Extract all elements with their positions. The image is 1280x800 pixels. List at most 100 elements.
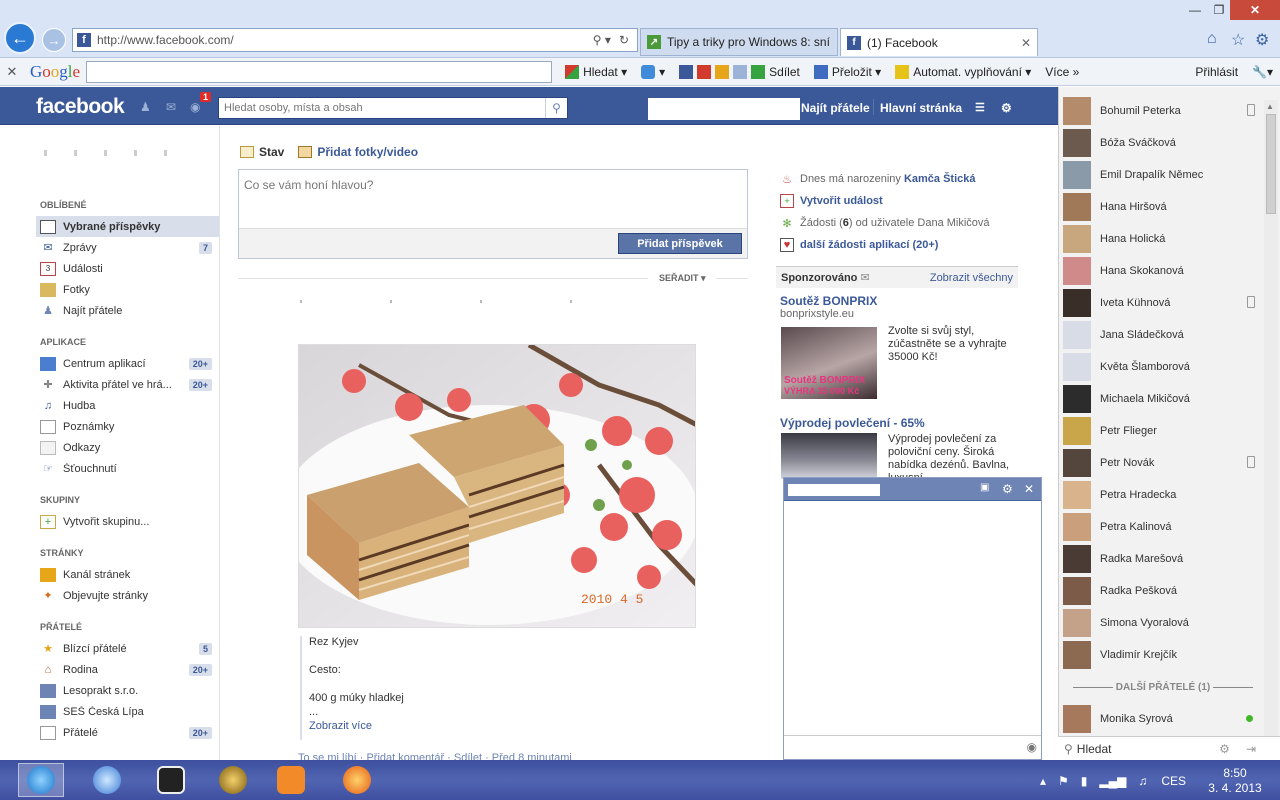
nav-find-friends[interactable]: ♟ Najít přátele — [36, 300, 220, 321]
taskbar-media-player[interactable] — [268, 763, 314, 797]
wrench-icon[interactable]: 🔧▾ — [1252, 65, 1273, 79]
nav-games-activity[interactable]: ✚ Aktivita přátel ve hrá... 20+ — [36, 374, 220, 395]
chat-friend[interactable]: Hana Hiršová — [1063, 192, 1263, 222]
chat-friend[interactable]: Petr Flieger — [1063, 416, 1263, 446]
birthday-reminder[interactable]: ♨ Dnes má narozeniny Kamča Štická — [780, 168, 1018, 190]
taskbar-clapper-app[interactable] — [148, 763, 194, 797]
chat-friend[interactable]: Hana Skokanová — [1063, 256, 1263, 286]
ad-bonprix[interactable]: Soutěž BONPRIX bonprixstyle.eu — [780, 294, 1016, 320]
nav-friends[interactable]: Přátelé 20+ — [36, 722, 220, 743]
chat-header[interactable]: ▣ ⚙ ✕ — [784, 478, 1041, 501]
chat-friend[interactable]: Petr Novák — [1063, 448, 1263, 478]
show-hidden-icons-icon[interactable]: ▴ — [1040, 774, 1046, 788]
post-photo[interactable]: 2010 4 5 — [298, 344, 696, 628]
taskbar-disc-app[interactable] — [210, 763, 256, 797]
chat-friend[interactable]: Jana Sládečková — [1063, 320, 1263, 350]
close-tab-icon[interactable]: ✕ — [1021, 36, 1031, 50]
home-link[interactable]: Hlavní stránka — [880, 101, 962, 115]
refresh-icon[interactable]: ↻ — [619, 33, 629, 47]
nav-messages[interactable]: ✉ Zprávy 7 — [36, 237, 220, 258]
notifications-globe-icon[interactable]: ◉ — [190, 100, 206, 114]
chat-friend[interactable]: Radka Pešková — [1063, 576, 1263, 606]
google-search-button[interactable]: Hledat ▾ — [565, 64, 627, 79]
ad-title[interactable]: Výprodej povlečení - 65% — [780, 416, 925, 430]
chat-friend[interactable]: Petra Kalinová — [1063, 512, 1263, 542]
volume-icon[interactable]: ♫ — [1138, 774, 1147, 788]
home-icon[interactable]: ⌂ — [1207, 30, 1217, 48]
taskbar-thunderbird[interactable] — [84, 763, 130, 797]
account-gear-icon[interactable]: ⚙ — [1001, 101, 1012, 115]
action-center-flag-icon[interactable]: ⚑ — [1058, 774, 1069, 788]
nav-pokes[interactable]: ☞ Šťouchnutí — [36, 458, 220, 479]
chat-friend[interactable]: Bohumil Peterka — [1063, 96, 1263, 126]
search-dropdown-icon[interactable]: ⚲ ▾ — [593, 33, 611, 47]
ad-bonprix-image[interactable]: Soutěž BONPRIX VÝHRA 35 000 Kč — [781, 327, 877, 399]
nav-lesoprakt[interactable]: Lesoprakt s.r.o. — [36, 680, 220, 701]
chat-friend[interactable]: Iveta Kühnová — [1063, 288, 1263, 318]
tab-facebook[interactable]: f (1) Facebook ✕ — [840, 28, 1038, 56]
nav-close-friends[interactable]: ★ Blízcí přátelé 5 — [36, 638, 220, 659]
nav-photos[interactable]: Fotky — [36, 279, 220, 300]
network-signal-icon[interactable]: ▂▄▆ — [1099, 774, 1126, 788]
add-photo-tab[interactable]: Přidat fotky/video — [298, 145, 418, 159]
facebook-search-input[interactable]: Hledat osoby, místa a obsah ⚲ — [218, 97, 568, 119]
show-all-ads-link[interactable]: Zobrazit všechny — [930, 272, 1013, 284]
chat-friend[interactable]: Michaela Mikičová — [1063, 384, 1263, 414]
status-tab[interactable]: Stav — [240, 145, 284, 159]
nav-music[interactable]: ♫ Hudba — [36, 395, 220, 416]
more-button[interactable]: Více » — [1045, 65, 1079, 79]
chat-input[interactable]: ◉ — [784, 735, 1041, 759]
facebook-logo[interactable]: facebook — [36, 95, 125, 119]
chat-friend[interactable]: Bóža Sváčková — [1063, 128, 1263, 158]
privacy-shortcuts-icon[interactable]: ☰ — [975, 101, 985, 114]
nav-events[interactable]: 3 Události — [36, 258, 220, 279]
share-icons[interactable]: Sdílet — [679, 64, 800, 79]
plus-button[interactable]: ▾ — [641, 64, 665, 79]
nav-family[interactable]: ⌂ Rodina 20+ — [36, 659, 220, 680]
favorites-star-icon[interactable]: ☆ — [1231, 30, 1245, 50]
sort-dropdown[interactable]: SEŘADIT ▾ — [659, 273, 706, 284]
nav-discover-pages[interactable]: ✦ Objevujte stránky — [36, 585, 220, 606]
chat-friend[interactable]: Emil Drapalík Němec — [1063, 160, 1263, 190]
autofill-button[interactable]: Automat. vyplňování ▾ — [895, 64, 1031, 79]
chat-gear-icon[interactable]: ⚙ — [1002, 482, 1013, 496]
chat-friend[interactable]: Monika Syrová — [1063, 704, 1263, 734]
tab-windows8-tips[interactable]: ↗ Tipy a triky pro Windows 8: sní... — [640, 28, 838, 56]
chat-friend[interactable]: Radka Marešová — [1063, 544, 1263, 574]
chat-friend[interactable]: Květa Šlamborová — [1063, 352, 1263, 382]
close-toolbar-icon[interactable]: ✕ — [0, 64, 24, 80]
messages-icon[interactable]: ✉ — [166, 100, 182, 114]
taskbar-clock[interactable]: 8:50 3. 4. 2013 — [1200, 766, 1270, 796]
taskbar-internet-explorer[interactable] — [18, 763, 64, 797]
nav-notes[interactable]: Poznámky — [36, 416, 220, 437]
close-window-button[interactable]: ✕ — [1230, 0, 1280, 20]
nav-create-group[interactable]: + Vytvořit skupinu... — [36, 511, 220, 532]
hide-sidebar-icon[interactable]: ⇥ — [1246, 742, 1256, 756]
post-button[interactable]: Přidat příspěvek — [618, 233, 742, 254]
signin-button[interactable]: Přihlásit — [1195, 65, 1238, 79]
chat-friend[interactable]: Vladimír Krejčík — [1063, 640, 1263, 670]
nav-app-center[interactable]: Centrum aplikací 20+ — [36, 353, 220, 374]
create-event-link[interactable]: + Vytvořit událost — [780, 190, 1018, 212]
settings-gear-icon[interactable]: ⚙ — [1255, 30, 1269, 50]
chat-friend[interactable]: Hana Holická — [1063, 224, 1263, 254]
video-call-icon[interactable]: ▣ — [980, 482, 989, 493]
ad-bedding-image[interactable] — [781, 433, 877, 479]
friend-requests-icon[interactable]: ♟ — [140, 100, 156, 114]
find-friends-link[interactable]: Najít přátele — [801, 101, 870, 115]
forward-button[interactable]: → — [42, 28, 66, 52]
language-indicator[interactable]: CES — [1161, 774, 1186, 788]
chat-friend[interactable]: Petra Hradecka — [1063, 480, 1263, 510]
camera-icon[interactable]: ◉ — [1027, 740, 1037, 754]
more-app-requests-link[interactable]: ♥ další žádosti aplikací (20+) — [780, 234, 1018, 256]
nav-ses-ceska-lipa[interactable]: SEŠ Česká Lípa — [36, 701, 220, 722]
show-more-link[interactable]: Zobrazit více — [309, 720, 680, 732]
app-requests-row[interactable]: ✻ Žádosti (6) od uživatele Dana Mikičová — [780, 212, 1018, 234]
address-bar[interactable]: f http://www.facebook.com/ ⚲ ▾ ↻ — [72, 28, 638, 52]
chat-options-gear-icon[interactable]: ⚙ — [1219, 742, 1230, 756]
ad-title[interactable]: Soutěž BONPRIX — [780, 294, 1016, 308]
chat-close-icon[interactable]: ✕ — [1024, 482, 1034, 496]
status-input[interactable]: Co se vám honí hlavou? — [244, 178, 373, 192]
translate-button[interactable]: Přeložit ▾ — [813, 64, 881, 79]
nav-links[interactable]: Odkazy — [36, 437, 220, 458]
